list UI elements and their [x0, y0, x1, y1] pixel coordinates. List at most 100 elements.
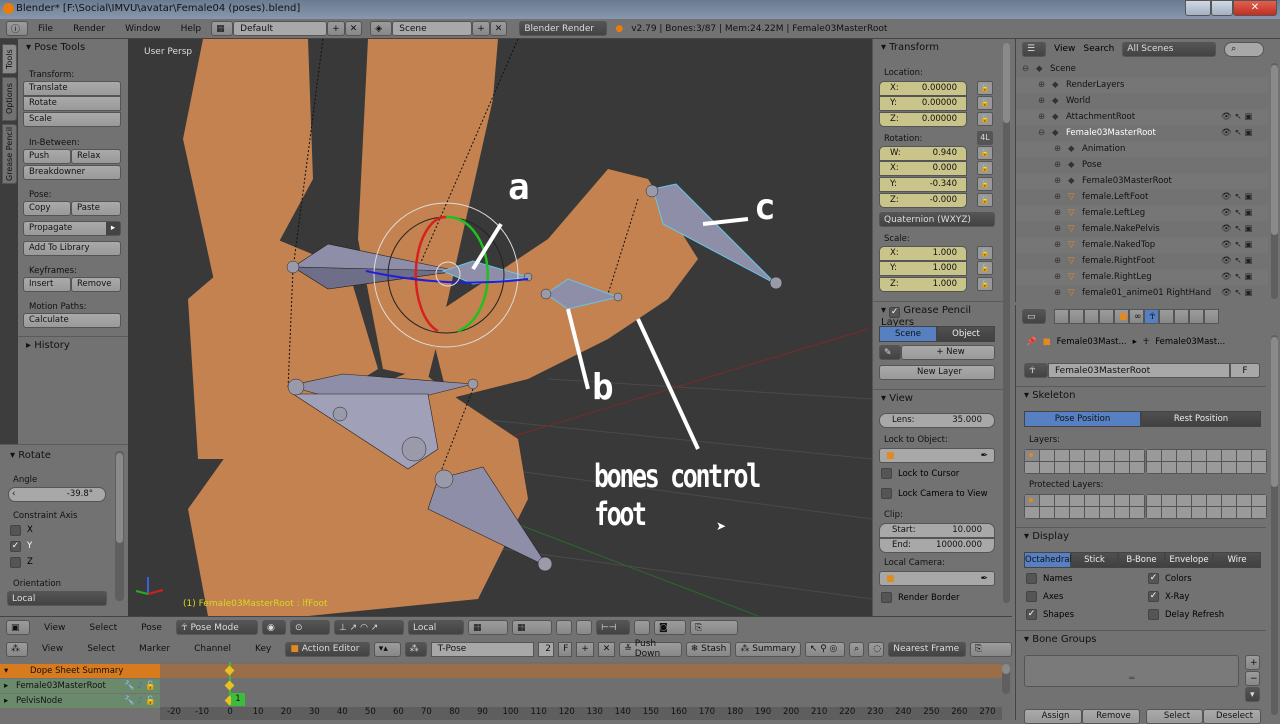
outliner-item[interactable]: ⊕ ▽ female.RightFoot 👁 ↖ ▣	[1016, 253, 1268, 269]
names-checkbox[interactable]	[1026, 573, 1037, 584]
editor-mode-select[interactable]: ■ Action Editor	[285, 641, 370, 657]
paste-pose-button[interactable]: Paste	[71, 201, 121, 216]
display-stick[interactable]: Stick	[1071, 552, 1118, 568]
tab-physics-icon[interactable]	[1204, 309, 1219, 324]
transform-orientation-select[interactable]: Local	[407, 620, 464, 635]
expand-toggle-icon[interactable]: ⊕	[1054, 285, 1061, 301]
outliner-item[interactable]: ⊖ ◆ Scene	[1016, 61, 1268, 77]
snap-mode-select[interactable]: Nearest Frame	[888, 641, 966, 657]
scale-z-field[interactable]: Z: 1.000	[879, 277, 967, 292]
screen-layout-icon[interactable]: ▦	[211, 21, 234, 36]
outliner-editor-icon[interactable]: ☰	[1022, 41, 1046, 57]
visibility-select-render-icons[interactable]: 👁 ↖ ▣	[1221, 269, 1252, 285]
angle-field[interactable]: ‹ -39.8°	[8, 487, 106, 502]
unlink-action-button[interactable]: ✕	[597, 641, 616, 657]
insert-keyframe-button[interactable]: Insert	[23, 277, 71, 292]
channel-modifier-icons[interactable]: 🔧 ♪ 🔓	[124, 679, 156, 693]
shapes-checkbox[interactable]: ✓	[1026, 609, 1037, 620]
pin-icon[interactable]: 📌	[1026, 337, 1037, 347]
push-down-button[interactable]: ≚ Push Down	[619, 639, 682, 659]
tab-render-layers-icon[interactable]	[1069, 309, 1084, 324]
lock-rotation-z-icon[interactable]: 🔓	[977, 193, 993, 207]
deselect-button[interactable]: Deselect	[1203, 709, 1261, 724]
delay-refresh-checkbox[interactable]	[1148, 609, 1159, 620]
expand-toggle-icon[interactable]: ⊖	[1022, 61, 1029, 77]
axis-x-checkbox[interactable]	[10, 525, 21, 536]
lock-scale-z-icon[interactable]: 🔓	[977, 277, 993, 291]
3d-viewport[interactable]: User Persp a b c bones control foot ➤ (1…	[128, 39, 872, 616]
editor-type-info-icon[interactable]: ⓘ	[6, 21, 28, 36]
outliner-item[interactable]: ⊕ ◆ AttachmentRoot 👁 ↖ ▣	[1016, 109, 1268, 125]
pose-tools-header[interactable]: ▾ Pose Tools	[18, 39, 93, 56]
outliner-search-field[interactable]: ⌕	[1224, 41, 1265, 57]
expand-toggle-icon[interactable]: ⊕	[1038, 77, 1045, 93]
pivot-point-icon[interactable]: ⊙	[289, 620, 330, 635]
expand-toggle-icon[interactable]: ⊕	[1054, 141, 1061, 157]
rotation-z-field[interactable]: Z: -0.000	[879, 193, 967, 208]
bone-groups-list[interactable]: ═	[1024, 655, 1239, 687]
tab-armature-icon[interactable]: ☥	[1144, 309, 1159, 324]
expand-toggle-icon[interactable]: ⊕	[1038, 109, 1045, 125]
redo-scrollbar[interactable]	[115, 451, 124, 601]
outliner-item[interactable]: ⊕ ▽ female.NakedTop 👁 ↖ ▣	[1016, 237, 1268, 253]
render-buttons-icon[interactable]: ◙	[653, 620, 686, 635]
3d-menu-view[interactable]: View	[34, 623, 75, 633]
tab-options[interactable]: Options	[2, 77, 17, 121]
bone-layers-grid-1[interactable]	[1024, 449, 1145, 474]
expand-toggle-icon[interactable]: ⊕	[1054, 221, 1061, 237]
rotate-button[interactable]: Rotate	[23, 96, 121, 111]
scale-y-field[interactable]: Y: 1.000	[879, 261, 967, 276]
lock-location-x-icon[interactable]: 🔓	[977, 81, 993, 95]
tab-world-icon[interactable]	[1099, 309, 1114, 324]
channel-summary[interactable]: ▾ Dope Sheet Summary	[0, 664, 160, 678]
camera-eyedropper-icon[interactable]: ✒	[980, 574, 988, 584]
bone-group-menu-button[interactable]: ▾	[1245, 687, 1260, 702]
action-name-field[interactable]: T-Pose	[430, 641, 535, 657]
outliner-scrollbar-thumb[interactable]	[1271, 65, 1278, 235]
add-to-library-button[interactable]: Add To Library	[23, 241, 121, 256]
history-panel-header[interactable]: ▸ History	[18, 336, 128, 354]
channel-pelvisnode[interactable]: ▸ PelvisNode 🔧 ♪ 🔓	[0, 694, 160, 708]
scale-button[interactable]: Scale	[23, 112, 121, 127]
xray-checkbox[interactable]: ✓	[1148, 591, 1159, 602]
lens-field[interactable]: Lens: 35.000	[879, 413, 995, 428]
expand-toggle-icon[interactable]: ⊕	[1054, 269, 1061, 285]
pose-position-button[interactable]: Pose Position	[1024, 411, 1141, 427]
rotation-y-field[interactable]: Y: -0.340	[879, 177, 967, 192]
tab-render-icon[interactable]	[1054, 309, 1069, 324]
tab-bone-constraints-icon[interactable]	[1174, 309, 1189, 324]
expand-toggle-icon[interactable]: ⊕	[1054, 205, 1061, 221]
copy-pose-button[interactable]: Copy	[23, 201, 71, 216]
gp-pencil-icon[interactable]: ✎	[879, 345, 901, 360]
menu-file[interactable]: File	[28, 24, 63, 34]
mode-select[interactable]: ☥ Pose Mode	[175, 620, 258, 635]
tab-bone-icon[interactable]	[1159, 309, 1174, 324]
display-panel-header[interactable]: ▾ Display	[1016, 527, 1266, 545]
rotation-w-field[interactable]: W: 0.940	[879, 146, 967, 161]
local-camera-field[interactable]: ■ ✒	[879, 571, 995, 586]
visibility-select-render-icons[interactable]: 👁 ↖ ▣	[1221, 189, 1252, 205]
lock-camera-checkbox[interactable]	[881, 488, 892, 499]
properties-editor-icon[interactable]: ▭	[1022, 309, 1046, 324]
view-panel-header[interactable]: ▾ View	[873, 389, 1003, 407]
remove-button[interactable]: Remove	[1082, 709, 1140, 724]
render-engine-select[interactable]: Blender Render	[519, 21, 608, 36]
rest-position-button[interactable]: Rest Position	[1141, 411, 1261, 427]
rotation-x-field[interactable]: X: 0.000	[879, 161, 967, 176]
remove-screen-button[interactable]: ✕	[344, 21, 363, 36]
ds-menu-channel[interactable]: Channel	[184, 644, 241, 654]
visibility-select-render-icons[interactable]: 👁 ↖ ▣	[1221, 285, 1252, 301]
translate-button[interactable]: Translate	[23, 81, 121, 96]
lock-location-z-icon[interactable]: 🔓	[977, 112, 993, 126]
properties-scrollbar[interactable]	[1271, 335, 1278, 715]
scene-icon[interactable]: ◈	[370, 21, 393, 36]
transform-panel-header[interactable]: ▾ Transform	[873, 39, 947, 56]
outliner-item[interactable]: ⊕ ◆ Pose	[1016, 157, 1268, 173]
tab-tools[interactable]: Tools	[2, 44, 17, 74]
filter-buttons[interactable]: ↖ ⚲ ◎	[804, 641, 846, 657]
display-bbone[interactable]: B-Bone	[1118, 552, 1165, 568]
minimize-button[interactable]	[1185, 0, 1211, 16]
outliner-item[interactable]: ⊕ ▽ female.RightLeg 👁 ↖ ▣	[1016, 269, 1268, 285]
menu-window[interactable]: Window	[115, 24, 171, 34]
protected-layers-grid-2[interactable]	[1146, 494, 1267, 519]
